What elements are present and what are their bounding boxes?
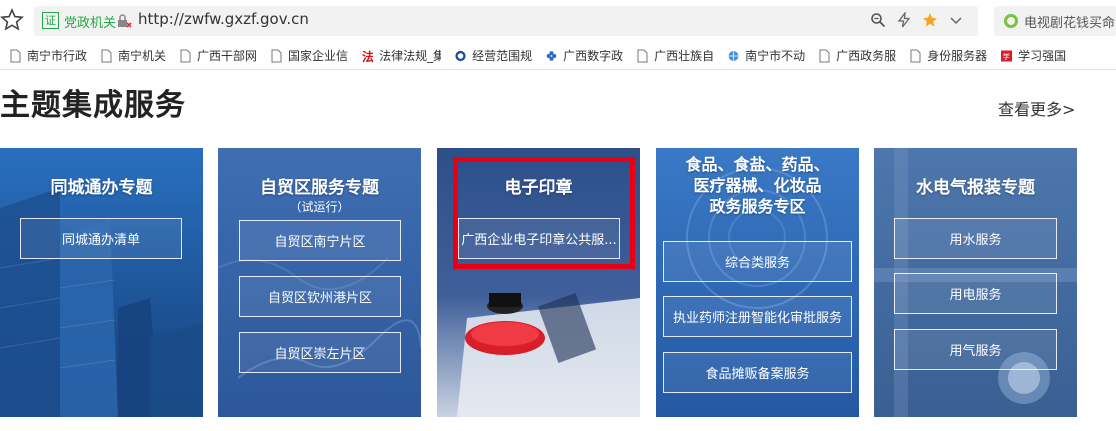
page-icon bbox=[910, 49, 921, 63]
page-icon bbox=[271, 49, 282, 63]
lightning-icon[interactable] bbox=[896, 12, 912, 28]
card-subtitle: （试运行） bbox=[289, 200, 350, 214]
flower-icon bbox=[546, 49, 557, 63]
section-title: 主题集成服务 bbox=[0, 88, 186, 123]
bookmark-label: 广西干部网 bbox=[197, 49, 258, 63]
food-vendor-filing-button[interactable]: 食品摊贩备案服务 bbox=[663, 352, 852, 393]
zoom-icon[interactable] bbox=[870, 12, 886, 28]
favorite-star-icon[interactable] bbox=[922, 12, 938, 28]
bookmark-item[interactable]: 身份服务器 bbox=[910, 44, 987, 68]
insecure-connection-icon[interactable] bbox=[116, 13, 132, 29]
circle-logo-icon bbox=[455, 49, 466, 63]
pharmacist-registration-button[interactable]: 执业药师注册智能化审批服务 bbox=[663, 296, 852, 337]
page-icon bbox=[101, 49, 112, 63]
highlight-annotation bbox=[453, 157, 635, 269]
bookmark-item[interactable]: 南宁市不动 bbox=[728, 44, 805, 68]
browser-toolbar: 证 党政机关 http://zwfw.gxzf.gov.cn 电视剧花钱买命 bbox=[0, 0, 1116, 42]
ftz-qinzhou-button[interactable]: 自贸区钦州港片区 bbox=[239, 276, 401, 317]
chevron-down-icon[interactable] bbox=[948, 12, 964, 28]
bookmark-star-icon[interactable] bbox=[0, 8, 24, 32]
electricity-service-button[interactable]: 用电服务 bbox=[894, 273, 1057, 314]
bookmark-label: 经营范围规 bbox=[472, 49, 533, 63]
bookmark-item[interactable]: 学学习强国 bbox=[1001, 44, 1066, 68]
general-service-button[interactable]: 综合类服务 bbox=[663, 241, 852, 282]
gas-service-button[interactable]: 用气服务 bbox=[894, 329, 1057, 370]
card-title: 水电气报装专题 bbox=[916, 178, 1035, 198]
svg-text:学: 学 bbox=[1003, 52, 1010, 61]
url-text[interactable]: http://zwfw.gxzf.gov.cn bbox=[138, 10, 309, 28]
card-title-line: 政务服务专区 bbox=[709, 197, 806, 216]
card-title: 自贸区服务专题 bbox=[260, 178, 379, 198]
address-bar[interactable]: 证 党政机关 http://zwfw.gxzf.gov.cn bbox=[34, 6, 978, 36]
certificate-icon: 证 bbox=[42, 12, 59, 29]
bookmark-item[interactable]: 南宁机关 bbox=[101, 44, 166, 68]
card-title: 同城通办专题 bbox=[50, 178, 153, 198]
page-icon bbox=[180, 49, 191, 63]
see-more-link[interactable]: 查看更多> bbox=[998, 96, 1075, 120]
bookmarks-bar: 南宁市行政 南宁机关 广西干部网 国家企业信法法律法规_集 经营范围规 广西数字政 广西壮族… bbox=[0, 42, 1116, 70]
bookmark-label: 广西数字政 bbox=[563, 49, 624, 63]
card-title: 食品、食盐、药品、 医疗器械、化妆品 政务服务专区 bbox=[656, 154, 859, 217]
card-same-city: 同城通办专题 同城通办清单 bbox=[0, 148, 203, 417]
bookmark-item[interactable]: 广西干部网 bbox=[180, 44, 257, 68]
bookmark-label: 广西政务服 bbox=[836, 49, 897, 63]
bookmark-item[interactable]: 广西政务服 bbox=[819, 44, 896, 68]
bookmark-item[interactable]: 法法律法规_集 bbox=[362, 44, 441, 68]
bookmark-item[interactable]: 广西数字政 bbox=[546, 44, 623, 68]
card-food-drug: 食品、食盐、药品、 医疗器械、化妆品 政务服务专区 综合类服务 执业药师注册智能… bbox=[656, 148, 859, 417]
search-engine-icon bbox=[1004, 14, 1018, 28]
ftz-chongzuo-button[interactable]: 自贸区崇左片区 bbox=[239, 332, 401, 373]
card-title-line: 医疗器械、化妆品 bbox=[693, 176, 822, 195]
search-text[interactable]: 电视剧花钱买命 bbox=[1024, 12, 1115, 31]
bookmark-item[interactable]: 经营范围规 bbox=[455, 44, 532, 68]
bookmark-label: 学习强国 bbox=[1018, 49, 1067, 63]
law-icon: 法 bbox=[362, 49, 373, 63]
ftz-nanning-button[interactable]: 自贸区南宁片区 bbox=[239, 220, 401, 261]
card-utilities: 水电气报装专题 用水服务 用电服务 用气服务 bbox=[874, 148, 1077, 417]
gov-site-label: 党政机关 bbox=[64, 16, 117, 31]
bookmark-item[interactable]: 国家企业信 bbox=[271, 44, 348, 68]
page-icon bbox=[819, 49, 830, 63]
bookmark-item[interactable]: 广西壮族自 bbox=[637, 44, 714, 68]
page-icon bbox=[637, 49, 648, 63]
search-box[interactable]: 电视剧花钱买命 bbox=[994, 6, 1116, 36]
globe-icon bbox=[728, 49, 739, 63]
water-service-button[interactable]: 用水服务 bbox=[894, 218, 1057, 259]
card-free-trade-zone: 自贸区服务专题 （试运行） 自贸区南宁片区 自贸区钦州港片区 自贸区崇左片区 bbox=[218, 148, 421, 417]
svg-text:法: 法 bbox=[362, 49, 373, 63]
bookmark-label: 法律法规_集 bbox=[379, 49, 442, 63]
page-icon bbox=[10, 49, 21, 63]
xuexi-icon: 学 bbox=[1001, 49, 1013, 63]
card-title-line: 食品、食盐、药品、 bbox=[685, 155, 830, 174]
bookmark-label: 南宁市行政 bbox=[27, 49, 88, 63]
bookmark-label: 身份服务器 bbox=[927, 49, 988, 63]
bookmark-label: 广西壮族自 bbox=[654, 49, 715, 63]
bookmark-label: 南宁机关 bbox=[118, 49, 167, 63]
bookmark-label: 国家企业信 bbox=[288, 49, 349, 63]
bookmark-label: 南宁市不动 bbox=[745, 49, 806, 63]
same-city-list-button[interactable]: 同城通办清单 bbox=[20, 218, 182, 259]
bookmark-item[interactable]: 南宁市行政 bbox=[10, 44, 87, 68]
